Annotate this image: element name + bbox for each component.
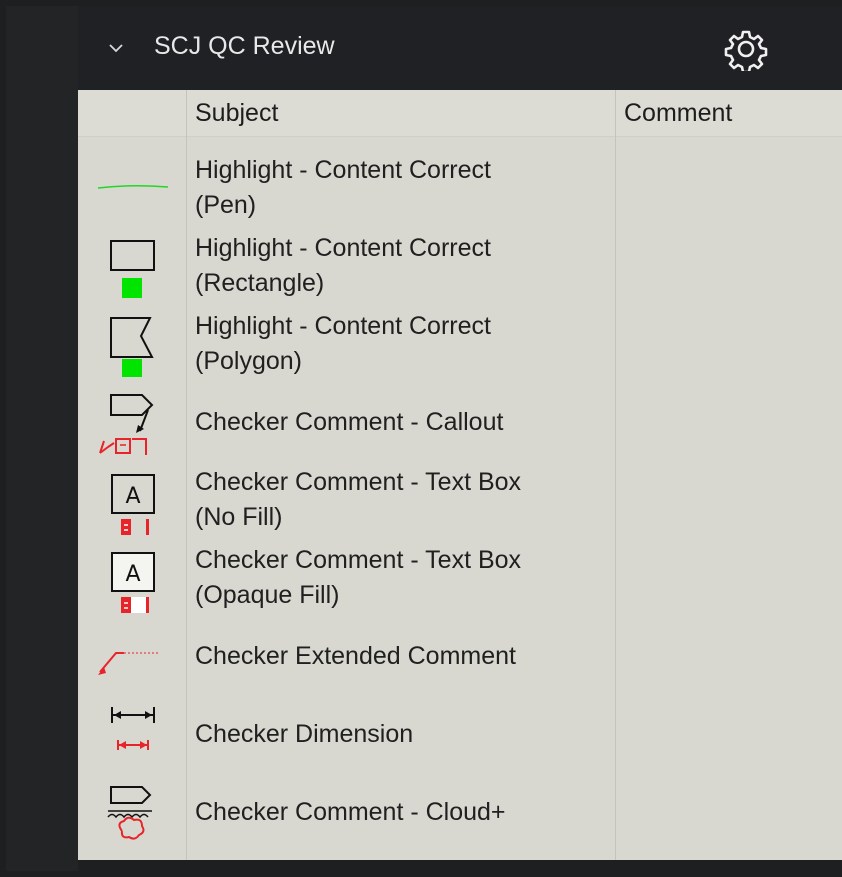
left-sidebar — [6, 6, 78, 871]
row-subject: Highlight - Content Correct (Polygon) — [195, 312, 491, 375]
table-row[interactable]: Checker Extended Comment — [78, 617, 842, 695]
cloud-plus-icon — [78, 773, 186, 851]
extended-comment-icon — [78, 617, 186, 695]
table-row[interactable]: A Checker Comment - Text Box (Opaque Fil… — [78, 539, 842, 617]
table-row[interactable]: Checker Comment - Cloud+ — [78, 773, 842, 851]
table-row[interactable]: Checker Dimension — [78, 695, 842, 773]
dimension-icon — [78, 695, 186, 773]
column-header-subject[interactable]: Subject — [195, 90, 278, 136]
svg-text:A: A — [125, 562, 140, 587]
panel-bottom-edge — [78, 860, 842, 871]
text-box-opaque-fill-icon: A — [78, 539, 186, 617]
text-box-no-fill-icon: A — [78, 461, 186, 539]
panel-header[interactable]: SCJ QC Review — [78, 6, 842, 90]
row-subject: Checker Comment - Callout — [195, 408, 504, 436]
row-subject: Checker Extended Comment — [195, 642, 516, 670]
callout-icon — [78, 383, 186, 461]
polygon-highlight-icon — [78, 305, 186, 383]
table-row[interactable]: A Checker Comment - Text Box (No Fill) — [78, 461, 842, 539]
panel-title: SCJ QC Review — [154, 32, 335, 60]
row-subject: Highlight - Content Correct (Rectangle) — [195, 234, 491, 297]
table-row[interactable]: Highlight - Content Correct (Pen) — [78, 149, 842, 227]
svg-text:A: A — [125, 484, 140, 509]
rectangle-highlight-icon — [78, 227, 186, 305]
row-subject: Highlight - Content Correct (Pen) — [195, 156, 491, 219]
column-header-comment[interactable]: Comment — [624, 90, 732, 136]
table-row[interactable]: Checker Comment - Callout — [78, 383, 842, 461]
table-row[interactable]: Highlight - Content Correct (Polygon) — [78, 305, 842, 383]
tool-set-panel: SCJ QC Review Subject Comment Highlight … — [78, 6, 842, 871]
chevron-down-icon[interactable] — [108, 40, 124, 56]
gear-icon[interactable] — [724, 27, 768, 71]
row-subject: Checker Dimension — [195, 720, 414, 748]
table-row[interactable]: Highlight - Content Correct (Rectangle) — [78, 227, 842, 305]
row-subject: Checker Comment - Text Box (Opaque Fill) — [195, 546, 522, 609]
row-subject: Checker Comment - Cloud+ — [195, 798, 506, 826]
green-pen-line-icon — [78, 149, 186, 227]
row-subject: Checker Comment - Text Box (No Fill) — [195, 468, 522, 531]
